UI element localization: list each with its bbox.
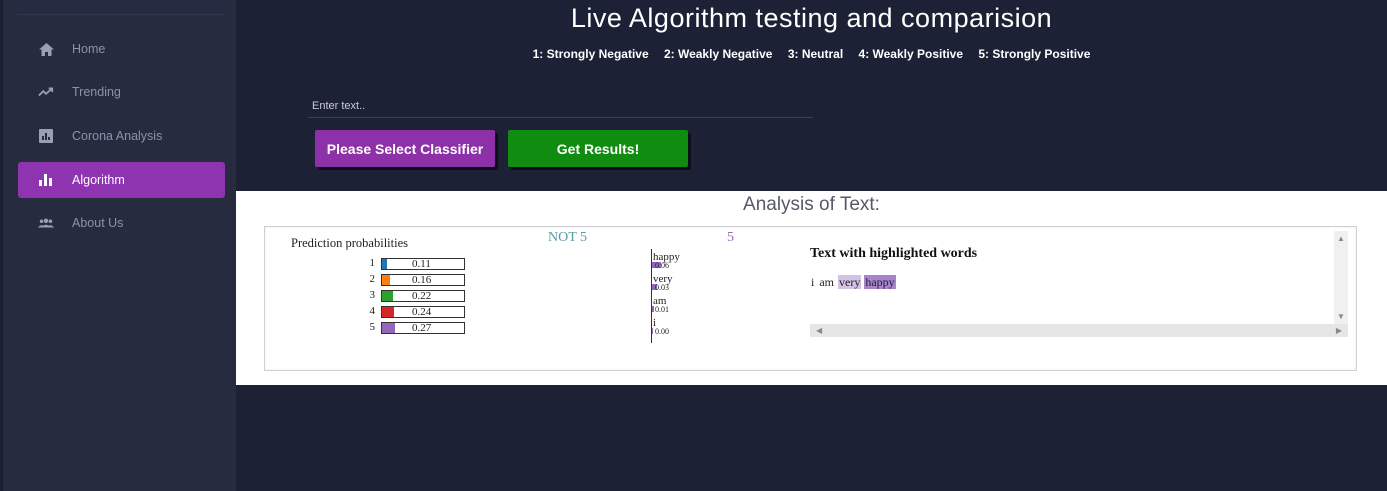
get-results-button[interactable]: Get Results! [508,130,688,167]
highlighted-text-title: Text with highlighted words [810,246,978,261]
feature-weight-value: 0.03 [655,283,669,292]
probability-row: 4 0.24 [365,305,475,318]
legend-item: 5: Strongly Positive [978,47,1091,61]
scroll-right-icon[interactable]: ▶ [1336,324,1342,337]
probability-class-label: 5 [369,321,376,333]
probability-class-label: 1 [369,257,376,269]
probability-value: 0.24 [412,306,432,318]
prediction-probabilities-title: Prediction probabilities [291,236,408,250]
probability-value: 0.22 [412,290,432,302]
scroll-left-icon[interactable]: ◀ [816,324,822,337]
probability-bar-fill [382,291,393,301]
vertical-scrollbar[interactable]: ▲ ▼ [1334,231,1348,324]
bar-chart-icon [38,173,54,187]
probability-value: 0.27 [412,322,432,334]
probability-row: 3 0.22 [365,289,475,302]
analysis-title: Analysis of Text: [743,194,880,215]
sidebar-item-label: Corona Analysis [72,129,163,143]
sidebar-item-label: Trending [72,85,121,99]
sentiment-legend: 1: Strongly Negative 2: Weakly Negative … [236,47,1387,61]
sidebar-item-home[interactable]: Home [18,31,225,67]
probability-bar: 0.22 [381,290,465,302]
feature-weight-value: 0.00 [655,327,669,336]
probability-class-label: 3 [369,289,376,301]
probability-value: 0.11 [412,258,431,270]
probability-value: 0.16 [412,274,432,286]
probability-bar-fill [382,259,387,269]
probability-class-label: 2 [369,273,376,285]
probability-bar: 0.16 [381,274,465,286]
highlighted-word: very [838,275,862,289]
class-label: 5 [727,230,734,245]
home-icon [38,42,54,56]
feature-weight-value: 0.06 [655,261,669,270]
legend-item: 2: Weakly Negative [663,47,773,61]
text-input[interactable] [308,94,813,118]
sidebar-item-label: Home [72,42,106,56]
lime-explanation-frame: Prediction probabilities 1 0.11 2 0.16 3 0.22… [264,226,1357,371]
not-class-label: NOT 5 [548,230,588,245]
probability-row: 5 0.27 [365,321,475,334]
feature-weight-bar [652,328,653,334]
feature-weight-bar [652,306,654,312]
probability-bar-fill [382,323,395,333]
highlighted-word: i [811,275,815,289]
analysis-panel: Analysis of Text: Prediction probabiliti… [236,191,1387,385]
group-icon [38,216,54,230]
legend-item: 1: Strongly Negative [532,47,649,61]
sidebar-item-corona-analysis[interactable]: Corona Analysis [18,118,225,154]
trending-icon [38,85,54,99]
highlighted-word: am [819,275,835,289]
probability-row: 2 0.16 [365,273,475,286]
probability-bar: 0.27 [381,322,465,334]
chart-box-icon [38,129,54,143]
probability-class-label: 4 [369,305,376,317]
horizontal-scrollbar[interactable]: ◀ ▶ [810,324,1348,337]
probability-bar-fill [382,307,394,317]
highlighted-word: happy [864,275,896,289]
select-classifier-button[interactable]: Please Select Classifier [315,130,495,167]
probability-bar: 0.11 [381,258,465,270]
probability-row: 1 0.11 [365,257,475,270]
highlighted-text: i am very happy [810,275,896,290]
feature-weight-value: 0.01 [655,305,669,314]
sidebar-item-trending[interactable]: Trending [18,74,225,110]
legend-item: 3: Neutral [787,47,844,61]
probability-bar: 0.24 [381,306,465,318]
sidebar-item-algorithm[interactable]: Algorithm [18,162,225,198]
sidebar-item-label: About Us [72,216,124,230]
scroll-up-icon[interactable]: ▲ [1337,234,1345,243]
scroll-down-icon[interactable]: ▼ [1337,312,1345,321]
page-title: Live Algorithm testing and comparision [570,3,1053,33]
sidebar-item-about-us[interactable]: About Us [18,205,225,241]
sidebar-divider [17,14,225,15]
probability-bar-fill [382,275,390,285]
sidebar-item-label: Algorithm [72,173,125,187]
sidebar: Home Trending Corona Analysis Algorithm … [0,0,236,491]
legend-item: 4: Weakly Positive [858,47,964,61]
